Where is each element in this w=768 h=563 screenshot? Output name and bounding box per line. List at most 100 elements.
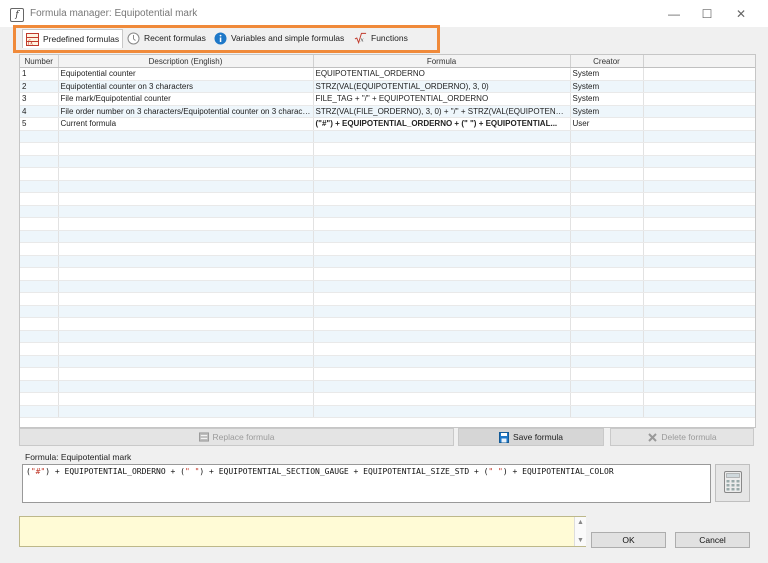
column-header-description[interactable]: Description (English)	[58, 55, 314, 68]
calculator-icon	[723, 471, 742, 495]
table-row[interactable]	[20, 367, 755, 381]
table-row[interactable]	[20, 242, 755, 256]
table-row[interactable]	[20, 167, 755, 181]
cell-description	[58, 242, 314, 256]
table-row[interactable]	[20, 342, 755, 356]
column-header-creator[interactable]: Creator	[570, 55, 644, 68]
table-row[interactable]	[20, 155, 755, 168]
cell-number: 5	[20, 117, 59, 131]
tab-predefined-formulas[interactable]: fx Predefined formulas	[22, 29, 124, 48]
cell-formula	[313, 155, 571, 168]
column-header-formula[interactable]: Formula	[313, 55, 571, 68]
cell-description	[58, 142, 314, 156]
table-row[interactable]	[20, 380, 755, 393]
cell-empty	[643, 280, 755, 293]
cell-empty	[643, 180, 755, 193]
cell-formula	[313, 355, 571, 368]
table-row[interactable]	[20, 317, 755, 331]
tab-functions[interactable]: x Functions	[354, 30, 408, 46]
tab-variables-and-simple-formulas[interactable]: Variables and simple formulas	[214, 30, 344, 46]
cell-description	[58, 180, 314, 193]
table-row[interactable]	[20, 180, 755, 193]
table-row[interactable]	[20, 280, 755, 293]
table-row[interactable]	[20, 255, 755, 268]
cell-description: File mark/Equipotential counter	[58, 92, 314, 106]
table-row[interactable]	[20, 267, 755, 281]
cell-number	[20, 317, 59, 331]
cell-empty	[643, 342, 755, 356]
formula-string-literal: " "	[184, 467, 200, 476]
ok-button[interactable]: OK	[591, 532, 666, 548]
table-row[interactable]	[20, 292, 755, 306]
save-icon	[498, 431, 509, 443]
table-row[interactable]: 4 File order number on 3 characters/Equip…	[20, 105, 755, 118]
cell-empty	[643, 205, 755, 218]
table-row[interactable]	[20, 192, 755, 206]
cell-formula	[313, 205, 571, 218]
cell-empty	[643, 117, 755, 131]
cell-description	[58, 230, 314, 243]
formula-token: ) + EQUIPOTENTIAL_SECTION_GAUGE + EQUIPO…	[199, 467, 489, 476]
save-formula-button[interactable]: Save formula	[458, 428, 604, 446]
cell-formula	[313, 380, 571, 393]
table-row[interactable]	[20, 305, 755, 318]
replace-formula-button[interactable]: Replace formula	[19, 428, 454, 446]
table-row[interactable]: 5 Current formula ("#") + EQUIPOTENTIAL_OR…	[20, 117, 755, 131]
info-icon	[214, 32, 227, 45]
cell-number	[20, 405, 59, 418]
scroll-up-arrow-icon[interactable]: ▲	[575, 519, 586, 526]
cell-description	[58, 367, 314, 381]
cell-number	[20, 205, 59, 218]
cell-description	[58, 292, 314, 306]
cell-formula	[313, 392, 571, 406]
maximize-button[interactable]: ☐	[697, 5, 717, 23]
table-row[interactable]	[20, 217, 755, 231]
delete-formula-button[interactable]: Delete formula	[610, 428, 754, 446]
delete-formula-label: Delete formula	[661, 432, 717, 442]
cell-formula	[313, 280, 571, 293]
formula-editor[interactable]: ("#") + EQUIPOTENTIAL_ORDERNO + (" ") + …	[22, 464, 711, 503]
cancel-button[interactable]: Cancel	[675, 532, 750, 548]
scroll-down-arrow-icon[interactable]: ▼	[575, 537, 586, 544]
clock-icon	[127, 32, 140, 45]
cell-number	[20, 142, 59, 156]
cell-number	[20, 330, 59, 343]
cell-number	[20, 355, 59, 368]
table-row[interactable]	[20, 355, 755, 368]
cell-description	[58, 255, 314, 268]
table-row[interactable]	[20, 405, 755, 418]
cell-number: 1	[20, 67, 59, 81]
cell-formula	[313, 180, 571, 193]
cell-description	[58, 305, 314, 318]
table-row[interactable]: 3 File mark/Equipotential counter FILE_TAG…	[20, 92, 755, 106]
table-row[interactable]: 2 Equipotential counter on 3 characters ST…	[20, 80, 755, 93]
cell-formula	[313, 367, 571, 381]
cell-formula	[313, 167, 571, 181]
cell-description: Equipotential counter	[58, 67, 314, 81]
cell-creator: System	[570, 105, 644, 118]
cell-creator	[570, 155, 644, 168]
close-button[interactable]: ✕	[731, 5, 751, 23]
cell-formula	[313, 405, 571, 418]
minimize-button[interactable]: —	[664, 5, 684, 23]
cell-creator: System	[570, 80, 644, 93]
table-row[interactable]: 1 Equipotential counter EQUIPOTENTIAL_ORDE…	[20, 67, 755, 81]
table-row[interactable]	[20, 205, 755, 218]
message-scrollbar[interactable]: ▲ ▼	[574, 517, 586, 546]
table-row[interactable]	[20, 330, 755, 343]
table-row[interactable]	[20, 230, 755, 243]
formula-label: Formula: Equipotential mark	[25, 452, 132, 462]
cell-creator	[570, 205, 644, 218]
column-header-number[interactable]: Number	[20, 55, 59, 68]
calculator-button[interactable]	[715, 464, 750, 502]
cell-creator	[570, 380, 644, 393]
cell-formula	[313, 192, 571, 206]
cell-creator	[570, 342, 644, 356]
tab-recent-formulas[interactable]: Recent formulas	[127, 30, 206, 46]
table-row[interactable]	[20, 142, 755, 156]
cell-number	[20, 292, 59, 306]
table-row[interactable]	[20, 130, 755, 143]
table-row[interactable]	[20, 392, 755, 406]
column-header-empty	[643, 55, 755, 68]
cell-number	[20, 155, 59, 168]
